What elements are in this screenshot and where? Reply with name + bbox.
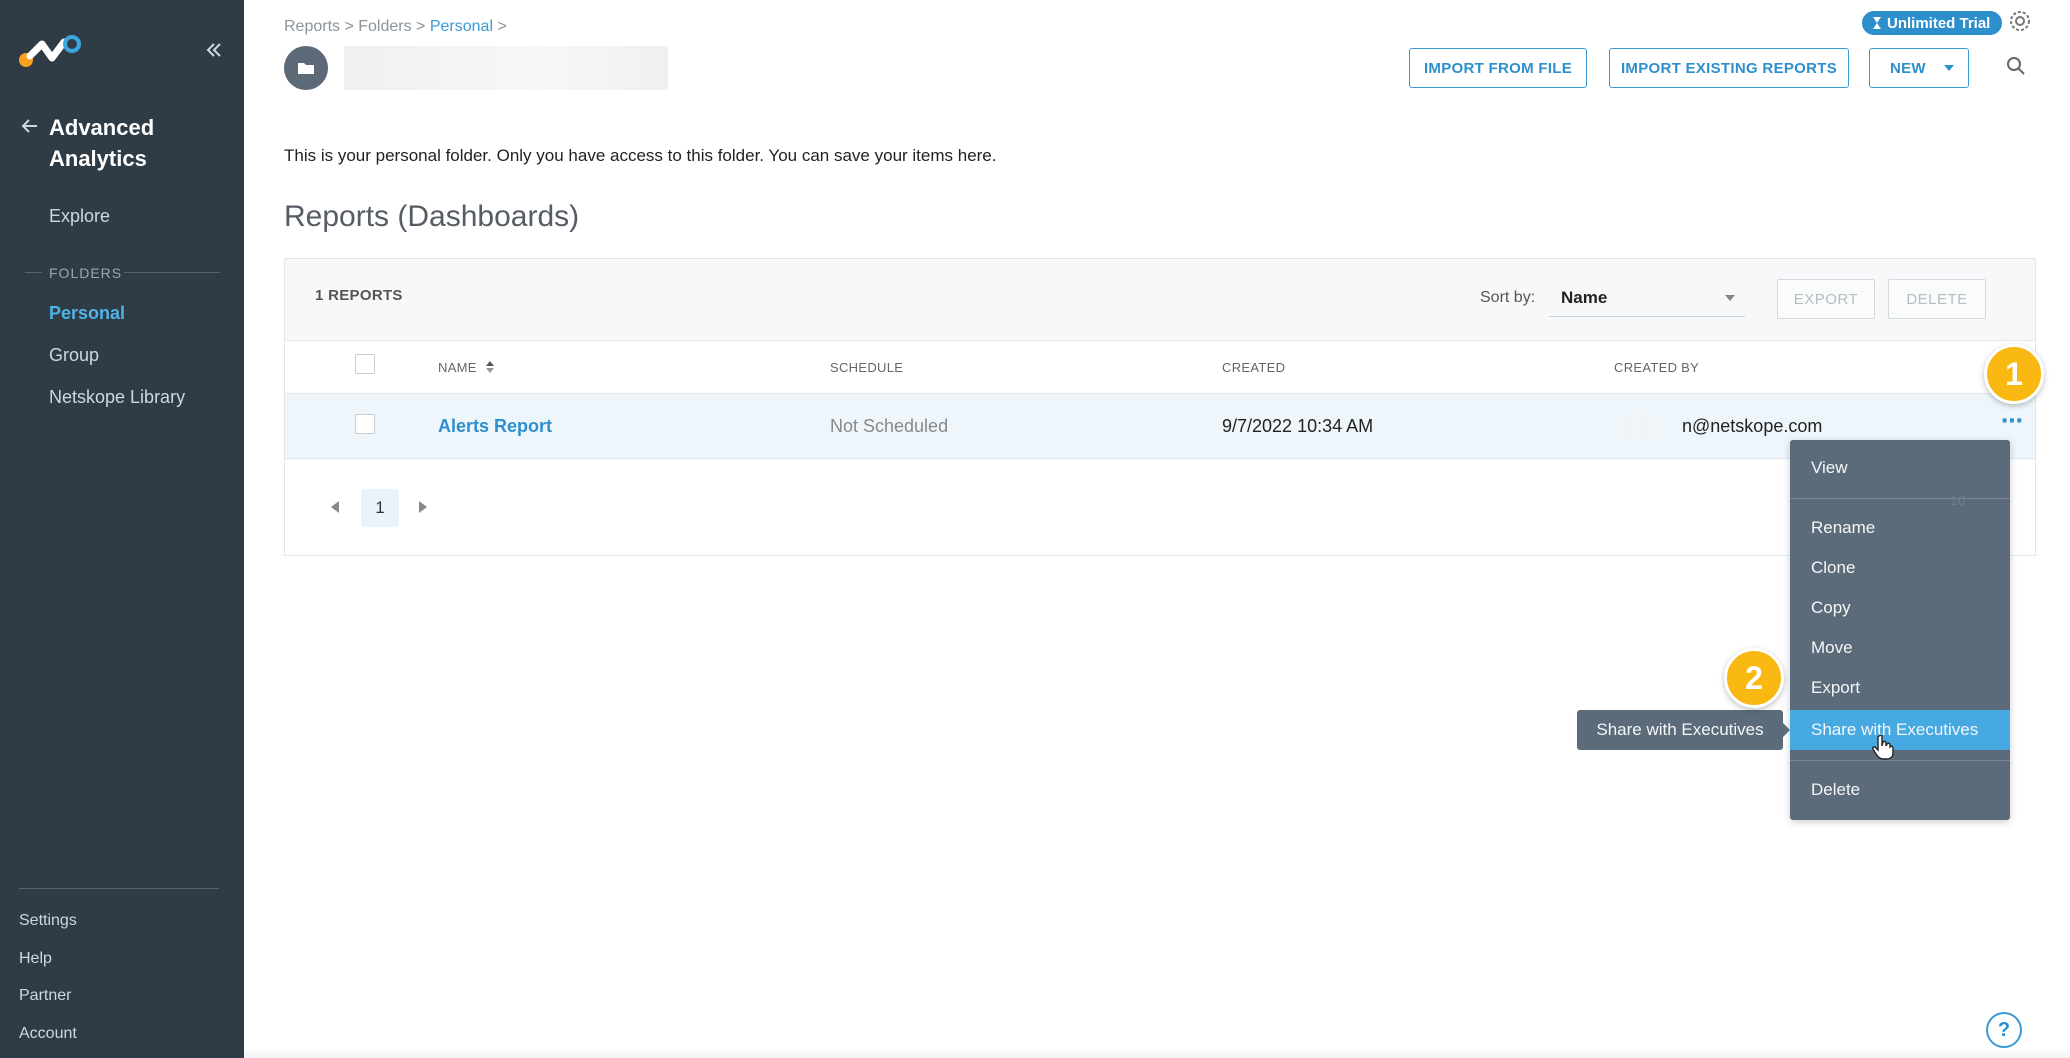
logo-icon[interactable] [18, 34, 82, 70]
breadcrumb-current[interactable]: Personal [430, 18, 493, 35]
menu-item-share-with-executives[interactable]: Share with Executives [1790, 710, 2010, 750]
row-checkbox[interactable] [355, 414, 375, 434]
app-title: Advanced Analytics [49, 115, 155, 171]
delete-button[interactable]: DELETE [1888, 279, 1986, 319]
column-header-created[interactable]: CREATED [1222, 360, 1285, 375]
menu-item-copy[interactable]: Copy [1790, 590, 2010, 626]
sidebar-item-partner[interactable]: Partner [19, 987, 71, 1005]
hand-cursor-icon [1872, 734, 1894, 760]
export-button[interactable]: EXPORT [1777, 279, 1875, 319]
menu-divider [1790, 760, 2010, 761]
collapse-icon[interactable] [204, 40, 224, 60]
sidebar-item-personal[interactable]: Personal [49, 303, 125, 324]
trial-label: Unlimited Trial [1887, 14, 1991, 32]
search-icon [2007, 57, 2025, 75]
breadcrumb: Reports > Folders > Personal > [284, 18, 507, 36]
report-created: 9/7/2022 10:34 AM [1222, 416, 1374, 436]
help-icon[interactable]: ? [1986, 1012, 2022, 1048]
search-button[interactable] [1998, 46, 2034, 86]
step-badge-1: 1 [1984, 344, 2044, 404]
divider [124, 272, 220, 273]
breadcrumb-path[interactable]: Reports > Folders > [284, 18, 430, 35]
sidebar-item-group[interactable]: Group [49, 345, 99, 366]
report-name-link[interactable]: Alerts Report [438, 416, 552, 437]
report-schedule: Not Scheduled [830, 416, 949, 436]
bottom-shadow [244, 1048, 2070, 1058]
divider [25, 272, 42, 273]
more-icon[interactable]: ⋯ [2001, 408, 2023, 434]
menu-item-clone[interactable]: Clone [1790, 550, 2010, 586]
sidebar-item-settings[interactable]: Settings [19, 912, 77, 930]
column-header-schedule[interactable]: SCHEDULE [830, 360, 903, 375]
gear-icon[interactable] [2008, 9, 2032, 33]
trial-badge[interactable]: Unlimited Trial [1862, 11, 2003, 35]
breadcrumb-suffix: > [493, 18, 507, 35]
sidebar-item-netskope-library[interactable]: Netskope Library [49, 387, 185, 408]
share-tooltip: Share with Executives [1577, 710, 1790, 750]
sidebar-item-account[interactable]: Account [19, 1025, 77, 1043]
import-existing-reports-button[interactable]: IMPORT EXISTING REPORTS [1609, 48, 1849, 88]
intro-text: This is your personal folder. Only you h… [284, 146, 997, 165]
new-button[interactable]: NEW [1869, 48, 1969, 88]
menu-item-rename[interactable]: Rename [1790, 510, 2010, 546]
chevron-right-icon[interactable] [419, 501, 427, 513]
import-from-file-button[interactable]: IMPORT FROM FILE [1409, 48, 1587, 88]
sidebar: Advanced Analytics Explore FOLDERS Perso… [0, 0, 244, 1058]
sidebar-item-help[interactable]: Help [19, 950, 52, 968]
column-header-created-by[interactable]: CREATED BY [1614, 360, 1699, 375]
menu-item-export[interactable]: Export [1790, 670, 2010, 706]
folder-title-redacted [344, 46, 668, 90]
folders-label: FOLDERS [49, 265, 123, 281]
menu-ghost-text: 10 [1950, 492, 1966, 508]
chevron-down-icon [1725, 295, 1735, 301]
table-toolbar: 1 REPORTS Sort by: Name EXPORT DELETE [285, 259, 2035, 341]
menu-item-delete[interactable]: Delete [1790, 772, 2010, 808]
sort-select[interactable]: Name [1549, 277, 1745, 317]
folder-icon [284, 46, 328, 90]
reports-table: 1 REPORTS Sort by: Name EXPORT DELETE NA… [284, 258, 2036, 556]
nav-explore[interactable]: Explore [49, 206, 110, 227]
table-row[interactable]: Alerts Report Not Scheduled 9/7/2022 10:… [285, 393, 2035, 459]
chevron-left-icon[interactable] [331, 501, 339, 513]
column-header-name-label: NAME [438, 360, 477, 375]
menu-item-view[interactable]: View [1790, 450, 2010, 486]
divider [19, 888, 219, 889]
created-by-redacted [1608, 414, 1668, 440]
pagination-page[interactable]: 1 [361, 489, 399, 527]
sort-label: Sort by: [1480, 289, 1536, 306]
back-arrow-icon[interactable] [20, 116, 40, 136]
hourglass-icon [1873, 17, 1881, 29]
reports-count: 1 REPORTS [315, 287, 403, 304]
select-all-checkbox[interactable] [355, 354, 375, 374]
report-created-by: n@netskope.com [1682, 416, 1823, 436]
column-header-name[interactable]: NAME [438, 360, 495, 375]
menu-item-move[interactable]: Move [1790, 630, 2010, 666]
section-title: Reports (Dashboards) [284, 200, 580, 233]
new-button-label: NEW [1890, 59, 1926, 77]
chevron-down-icon [1944, 65, 1954, 71]
menu-divider [1790, 498, 2010, 499]
sort-value: Name [1561, 288, 1608, 307]
sort-icon [485, 361, 494, 373]
step-badge-2: 2 [1724, 648, 1784, 708]
row-actions-menu: View 10 Rename Clone Copy Move Export Sh… [1790, 440, 2010, 820]
